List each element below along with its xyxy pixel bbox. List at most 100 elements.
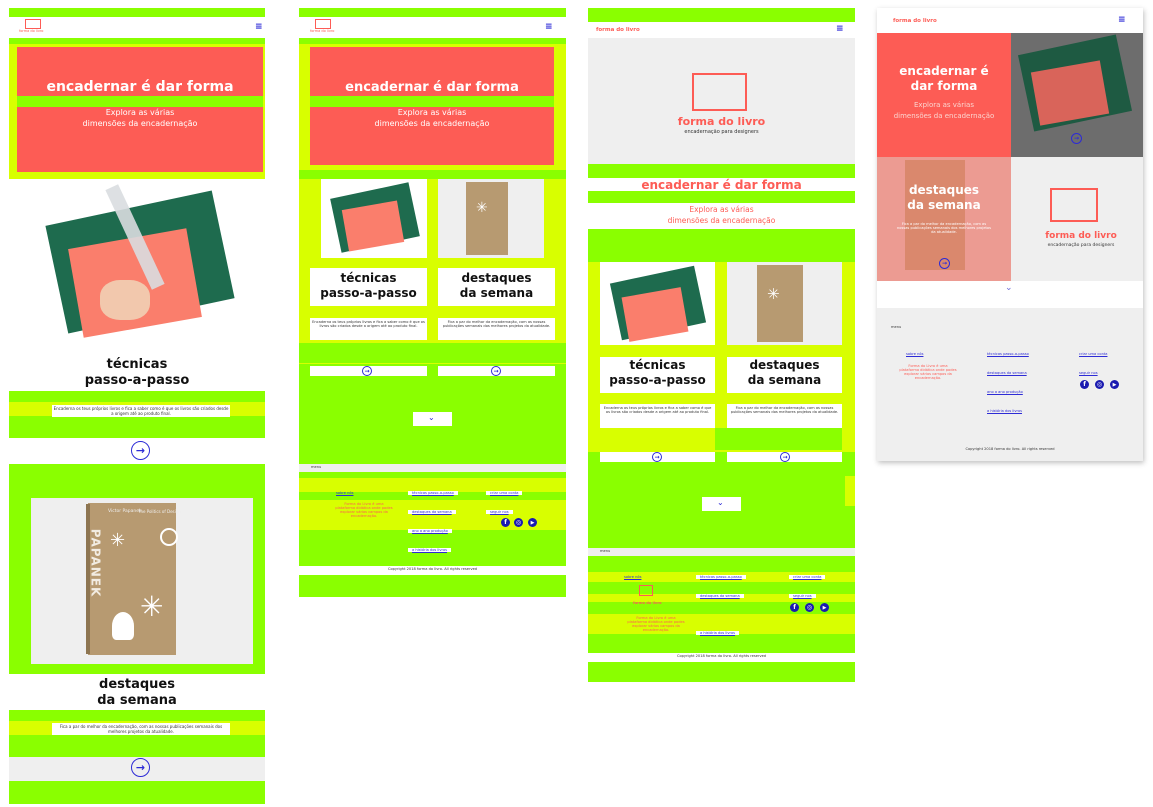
book-graphic-star: ✳ [476, 200, 488, 216]
hero-title-2: dar forma [910, 79, 978, 93]
arrow-circle-right-icon[interactable]: → [362, 366, 372, 376]
book-graphic-star: ✳ [110, 530, 126, 551]
footer-create-account[interactable]: criar uma conta [486, 491, 523, 495]
footer-create-account[interactable]: criar uma conta [789, 575, 826, 579]
footer-about-text: Forma do Livro é uma plataforma didática… [899, 364, 957, 380]
side-band [845, 476, 855, 506]
book-graphic-circle [160, 528, 178, 546]
hero-title-1: encadernar é [899, 64, 989, 78]
techniques-title-1: técnicas [106, 357, 168, 372]
hero-title: encadernar é dar forma [345, 80, 519, 95]
techniques-title-1: técnicas [629, 358, 686, 372]
book-cover [905, 160, 965, 270]
facebook-icon[interactable]: f [501, 518, 510, 527]
footer-menu-bar [588, 548, 855, 556]
footer-link-history[interactable]: a história dos livros [408, 548, 452, 552]
hero-subtitle-2: dimensões da encadernação [82, 119, 198, 128]
footer-link-highlights[interactable]: destaques da semana [408, 510, 456, 514]
hero-title: encadernar é dar forma [46, 79, 234, 95]
logo-text: forma do livro [19, 29, 44, 33]
highlights-title-2: da semana [747, 373, 822, 387]
hero-stripe [17, 96, 263, 107]
hero-subtitle-1: Explora as várias [397, 108, 467, 117]
brand-name-large: forma do livro [1045, 231, 1117, 241]
book-cover [757, 265, 803, 342]
arrow-circle-right-icon[interactable]: → [491, 366, 501, 376]
techniques-desc: Encaderna os teus próprios livros e fica… [52, 405, 230, 417]
logo-text: forma do livro [310, 29, 335, 33]
header-bar [299, 17, 566, 38]
arrow-circle-right-icon[interactable]: → [780, 452, 790, 462]
arrow-circle-right-icon[interactable]: → [652, 452, 662, 462]
book-spine-text: PAPANEK [88, 528, 103, 598]
facebook-icon[interactable]: f [790, 603, 799, 612]
footer-link-history[interactable]: a história dos livros [987, 409, 1022, 413]
facebook-icon[interactable]: f [1080, 380, 1089, 389]
instagram-icon[interactable]: ◎ [1095, 380, 1104, 389]
footer-follow-us[interactable]: seguir nos [1079, 371, 1098, 375]
chevron-down-icon[interactable]: ⌄ [1005, 283, 1013, 293]
youtube-icon[interactable]: ▶ [820, 603, 829, 612]
techniques-title-2: passo-a-passo [609, 373, 706, 387]
hero-stripe [310, 96, 554, 107]
highlights-title-1: destaques [461, 271, 532, 285]
logo-icon[interactable] [315, 19, 331, 29]
hero-title: encadernar é dar forma [641, 178, 802, 192]
footer-link-techniques[interactable]: técnicas passo-a-passo [987, 352, 1029, 356]
footer-menu-label: menu [891, 325, 902, 329]
footer-link-highlights[interactable]: destaques da semana [987, 371, 1027, 375]
hands [100, 280, 150, 320]
footer-about-label[interactable]: sobre nós [624, 575, 641, 579]
instagram-icon[interactable]: ◎ [805, 603, 814, 612]
footer-follow-us[interactable]: seguir nos [486, 510, 513, 514]
hero-subtitle-1: Explora as várias [914, 101, 974, 109]
highlights-desc: Fica a par do melhor da encadernação, co… [730, 406, 839, 414]
book-cover [466, 182, 508, 255]
logo-icon [639, 585, 653, 596]
hamburger-icon[interactable]: ≡ [836, 25, 844, 34]
techniques-title-2: passo-a-passo [84, 373, 190, 388]
footer-yellow-band [299, 478, 566, 492]
arrow-circle-right-icon[interactable]: → [1071, 133, 1082, 144]
techniques-title-1: técnicas [340, 271, 397, 285]
hamburger-icon[interactable]: ≡ [545, 23, 553, 32]
footer-link-techniques[interactable]: técnicas passo-a-passo [408, 491, 458, 495]
book-graphic-star2: ✳ [140, 590, 164, 623]
chevron-down-icon[interactable]: ⌄ [717, 498, 724, 507]
footer-menu-bar [299, 464, 566, 472]
highlights-title-1: destaques [99, 677, 175, 692]
youtube-icon[interactable]: ▶ [1110, 380, 1119, 389]
hamburger-icon[interactable]: ≡ [1118, 16, 1126, 25]
footer-link-highlights[interactable]: destaques da semana [696, 594, 744, 598]
brand-tagline: encadernação para designers [684, 129, 759, 135]
logo-icon[interactable] [25, 19, 41, 29]
arrow-circle-right-icon[interactable]: → [131, 758, 150, 777]
footer-copyright: Copyright 2018 forma do livro. All right… [387, 567, 478, 571]
footer-menu-label: menu [600, 549, 611, 553]
footer-about-label[interactable]: sobre nós [906, 352, 923, 356]
card-stripe [715, 428, 842, 450]
instagram-icon[interactable]: ◎ [514, 518, 523, 527]
footer-link-production[interactable]: ano a ano produção [987, 390, 1023, 394]
footer-copyright: Copyright 2018 forma do livro. All right… [676, 654, 767, 658]
footer-about-text: Forma do Livro é uma plataforma didática… [335, 502, 393, 518]
highlights-desc: Fica a par do melhor da encadernação, co… [52, 723, 230, 735]
hamburger-icon[interactable]: ≡ [255, 23, 263, 32]
highlights-title-1: destaques [908, 183, 980, 197]
youtube-icon[interactable]: ▶ [528, 518, 537, 527]
footer-create-account[interactable]: criar uma conta [1079, 352, 1107, 356]
footer-link-history[interactable]: a história dos livros [696, 631, 740, 635]
arrow-circle-right-icon[interactable]: → [131, 441, 150, 460]
footer-about-label[interactable]: sobre nós [336, 491, 353, 495]
chevron-down-icon[interactable]: ⌄ [428, 413, 435, 422]
footer-follow-us[interactable]: seguir nos [789, 594, 816, 598]
brand-text[interactable]: forma do livro [596, 27, 640, 33]
arrow-circle-right-icon[interactable]: → [939, 258, 950, 269]
hero-subtitle-2: dimensões da encadernação [374, 119, 490, 128]
logo-icon [1050, 188, 1098, 222]
footer-link-production[interactable]: ano a ano produção [408, 529, 452, 533]
footer-link-techniques[interactable]: técnicas passo-a-passo [696, 575, 746, 579]
card-stripe [299, 343, 566, 363]
logo-icon [692, 73, 747, 111]
brand-text[interactable]: forma do livro [893, 18, 937, 24]
